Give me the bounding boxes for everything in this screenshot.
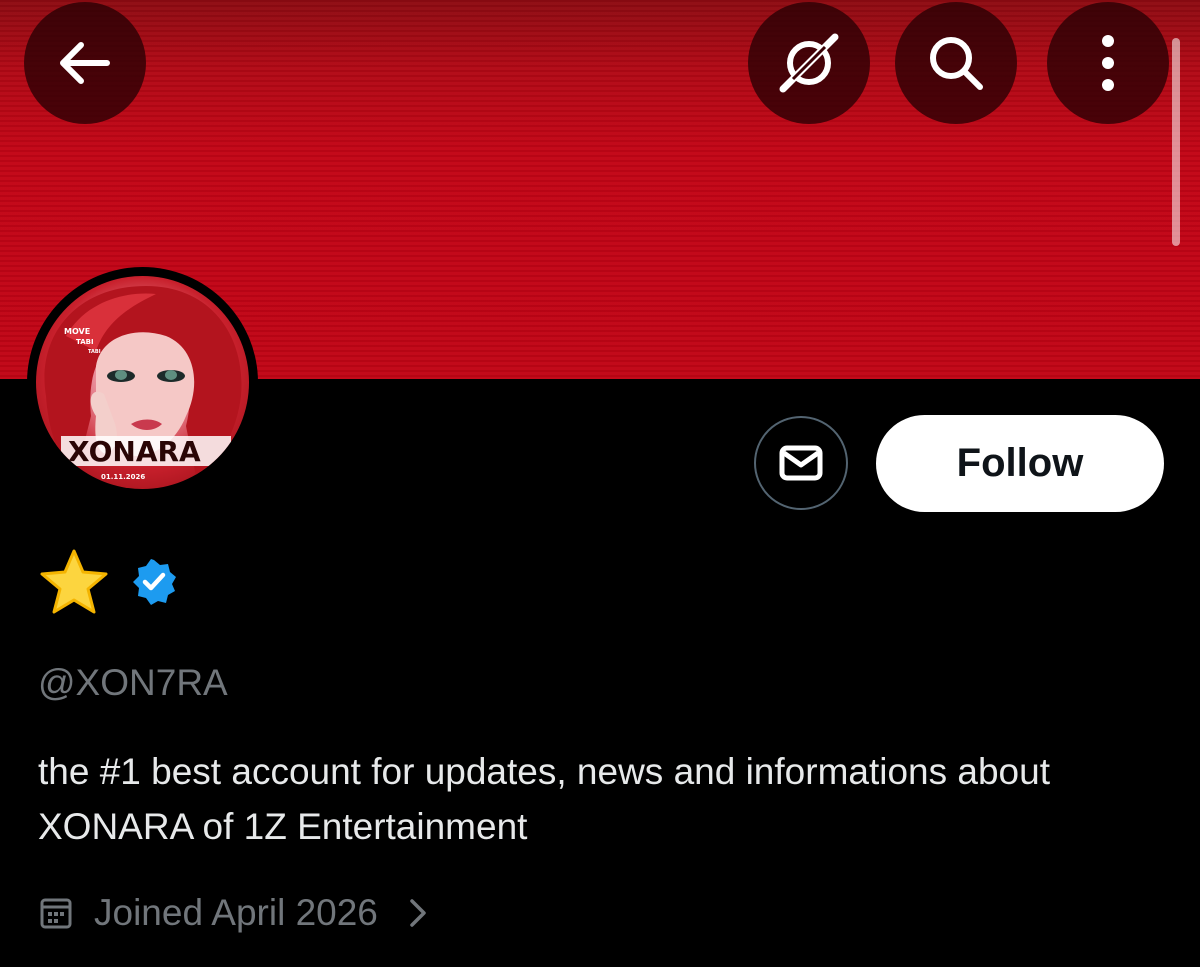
follow-button[interactable]: Follow [876, 415, 1164, 512]
search-button[interactable] [895, 2, 1017, 124]
avatar-top-text-2: TABI [76, 338, 94, 346]
more-options-button[interactable] [1047, 2, 1169, 124]
avatar-logo-text: XONARA [68, 435, 201, 468]
grok-icon [779, 33, 839, 93]
avatar-top-text-3: TABI [88, 349, 101, 355]
chevron-right-icon [410, 899, 426, 927]
verified-badge-icon [133, 559, 176, 605]
search-icon [930, 37, 983, 90]
message-button[interactable] [754, 416, 848, 510]
arrow-left-icon [60, 42, 110, 84]
calendar-icon [40, 898, 72, 929]
scrollbar[interactable] [1172, 38, 1180, 246]
joined-label: Joined April 2026 [94, 892, 378, 933]
avatar-top-text-1: MOVE [64, 327, 90, 336]
avatar-art: XONARA 01.11.2026 MOVE TABI TABI [44, 286, 242, 481]
more-vertical-icon [1102, 35, 1114, 91]
profile-page: XONARA 01.11.2026 MOVE TABI TABI Follow … [0, 0, 1200, 967]
avatar-date-text: 01.11.2026 [101, 473, 145, 481]
profile-bio: the #1 best account for updates, news an… [38, 751, 1050, 847]
grok-button[interactable] [748, 2, 870, 124]
joined-date[interactable]: Joined April 2026 [38, 892, 428, 934]
envelope-icon [779, 445, 823, 481]
avatar-image: XONARA 01.11.2026 MOVE TABI TABI [36, 276, 249, 489]
back-button[interactable] [24, 2, 146, 124]
profile-handle: @XON7RA [38, 662, 228, 703]
avatar[interactable]: XONARA 01.11.2026 MOVE TABI TABI [27, 267, 258, 498]
star-emoji-icon [40, 549, 108, 614]
